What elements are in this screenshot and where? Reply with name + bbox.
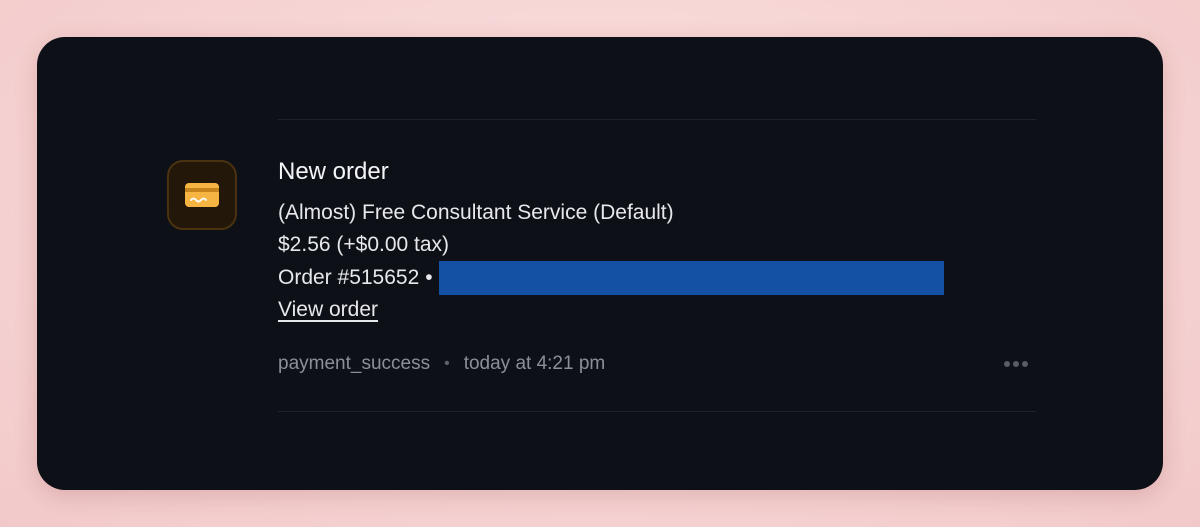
credit-card-icon bbox=[185, 183, 219, 207]
event-type: payment_success bbox=[278, 353, 431, 374]
timestamp: today at 4:21 pm bbox=[463, 353, 606, 374]
order-separator: • bbox=[425, 266, 433, 289]
notification-content: New order (Almost) Free Consultant Servi… bbox=[278, 155, 1038, 325]
order-line: Order #515652 • bbox=[278, 261, 1038, 295]
product-name: (Almost) Free Consultant Service (Defaul… bbox=[278, 201, 674, 224]
bottom-divider bbox=[278, 411, 1036, 412]
view-order-link[interactable]: View order bbox=[278, 295, 378, 325]
notification-title: New order bbox=[278, 158, 389, 185]
order-number: Order #515652 bbox=[278, 266, 420, 289]
notification-meta: payment_success • today at 4:21 pm bbox=[278, 349, 1036, 379]
redacted-block bbox=[438, 261, 944, 295]
more-dot-icon bbox=[1013, 361, 1019, 367]
meta-separator: • bbox=[444, 355, 450, 372]
notification-card: New order (Almost) Free Consultant Servi… bbox=[37, 37, 1163, 490]
more-dot-icon bbox=[1004, 361, 1010, 367]
order-icon-container bbox=[167, 160, 237, 230]
order-price: $2.56 (+$0.00 tax) bbox=[278, 233, 450, 256]
more-options-button[interactable] bbox=[1000, 352, 1032, 376]
top-divider bbox=[278, 119, 1036, 120]
more-dot-icon bbox=[1022, 361, 1028, 367]
